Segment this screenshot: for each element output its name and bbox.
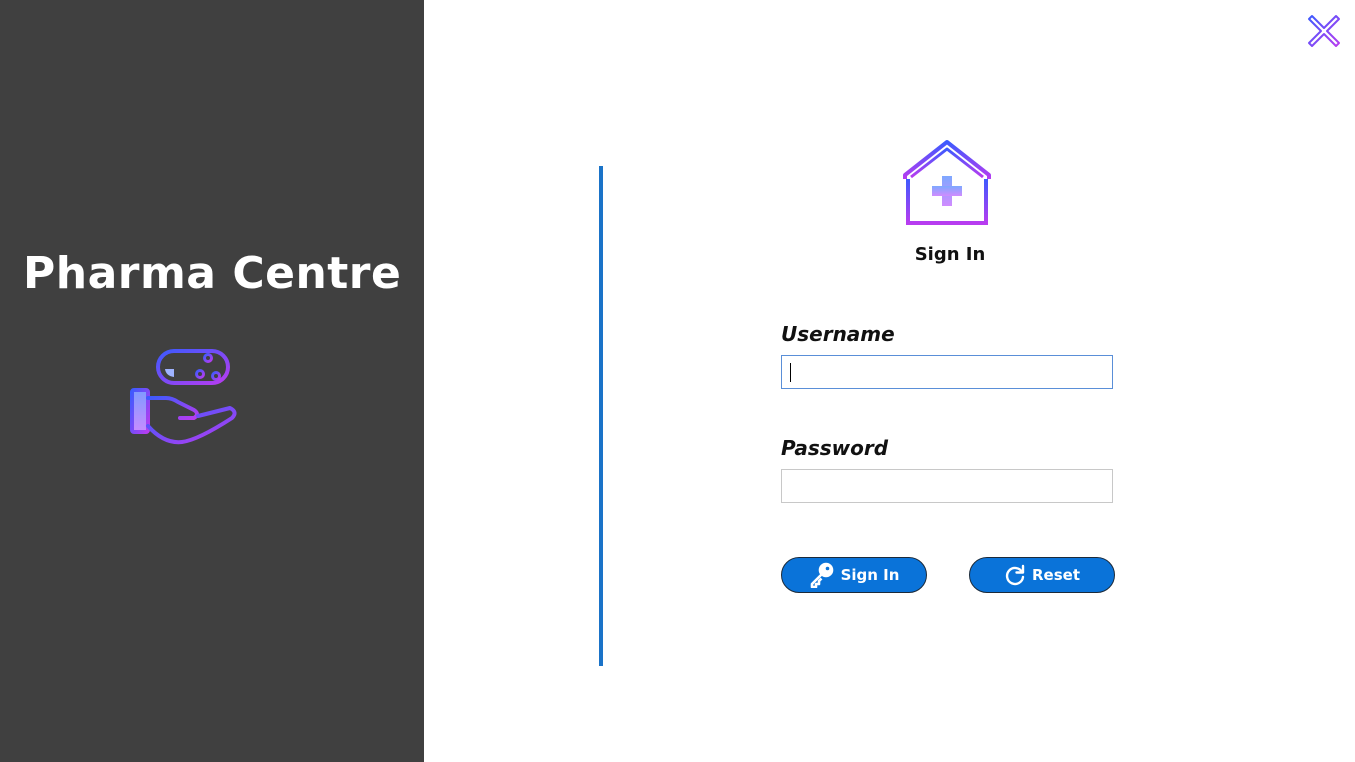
hand-holding-pill-icon (130, 349, 237, 445)
brand-panel: Pharma Centre (0, 0, 424, 762)
text-caret (790, 363, 791, 382)
clinic-house-icon (903, 140, 991, 225)
reset-button[interactable]: Reset (969, 557, 1115, 593)
close-icon[interactable] (1305, 12, 1343, 50)
vertical-divider (599, 166, 603, 666)
login-window: Pharma Centre Sign In Username Password … (0, 0, 1355, 762)
password-input[interactable] (781, 469, 1113, 503)
key-icon (810, 562, 833, 588)
refresh-icon (1005, 564, 1025, 586)
sign-in-button[interactable]: Sign In (781, 557, 927, 593)
username-input[interactable] (781, 355, 1113, 389)
app-title: Pharma Centre (23, 248, 402, 299)
sign-in-button-label: Sign In (840, 566, 900, 584)
sign-in-heading: Sign In (914, 244, 986, 265)
reset-button-label: Reset (1032, 566, 1080, 584)
password-label: Password (781, 436, 889, 460)
username-label: Username (781, 322, 895, 346)
